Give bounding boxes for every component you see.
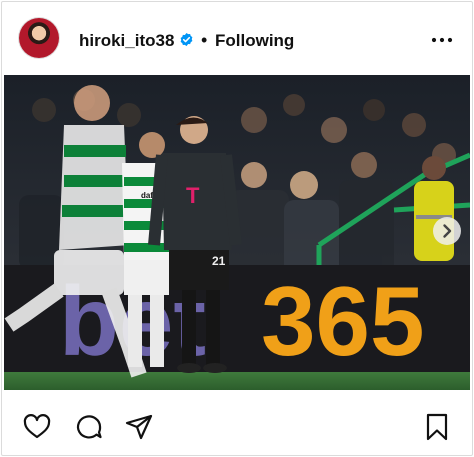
chevron-right-icon xyxy=(443,224,452,238)
jersey-number: 21 xyxy=(212,254,226,268)
sponsor-mark: T xyxy=(186,183,200,208)
verified-badge-icon xyxy=(180,32,193,47)
separator-dot: • xyxy=(201,30,208,50)
bookmark-icon[interactable] xyxy=(422,412,452,442)
ad-board-text-right: 365 xyxy=(261,266,425,376)
send-icon[interactable] xyxy=(124,412,154,442)
post-image[interactable]: bet 365 da xyxy=(4,75,470,390)
next-image-button[interactable] xyxy=(433,217,461,245)
username[interactable]: hiroki_ito38 xyxy=(79,31,174,51)
football-photo: bet 365 da xyxy=(4,75,470,390)
action-bar xyxy=(2,398,472,448)
comment-icon[interactable] xyxy=(74,412,104,442)
avatar[interactable] xyxy=(19,18,59,58)
heart-icon[interactable] xyxy=(22,412,52,442)
instagram-post: hiroki_ito38 • Following 365 dafa T 21 xyxy=(1,1,473,456)
following-button[interactable]: Following xyxy=(215,31,294,51)
more-options-icon[interactable] xyxy=(430,28,454,52)
post-header: hiroki_ito38 • Following xyxy=(2,2,472,74)
